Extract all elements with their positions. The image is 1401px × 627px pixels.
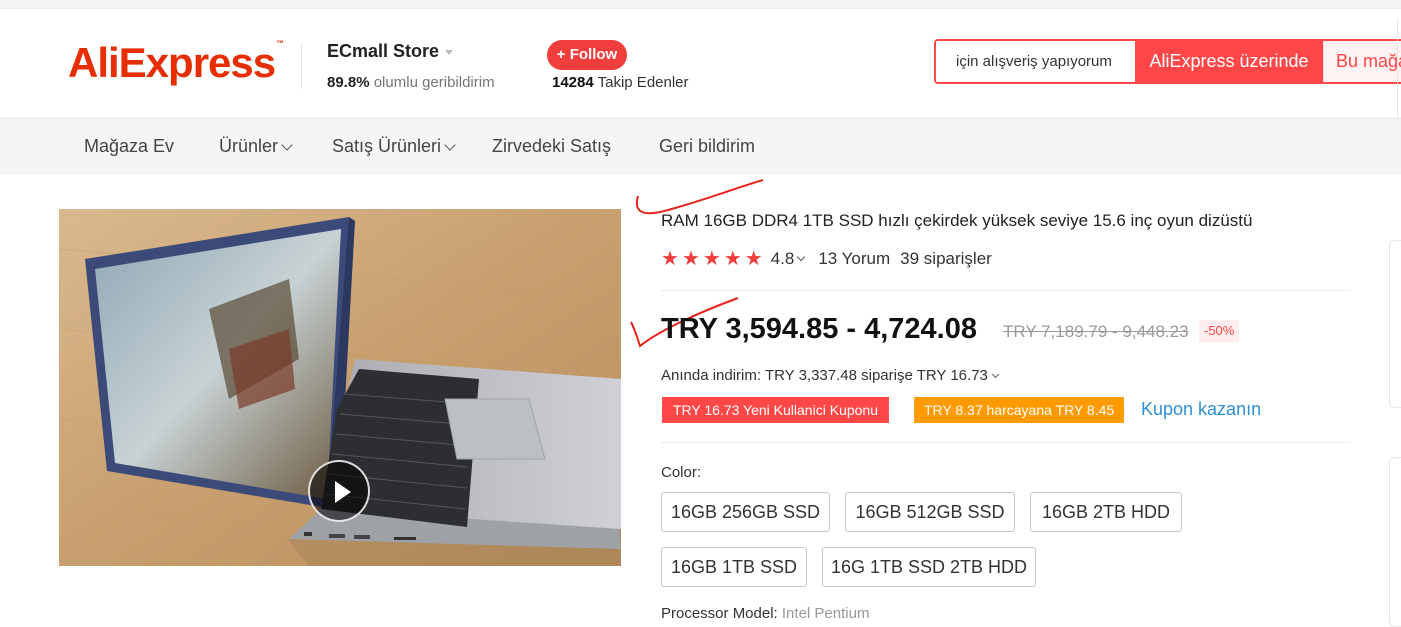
star-icon: ★ [661, 248, 679, 270]
store-feedback: 89.8% olumlu geribildirim [327, 74, 495, 91]
nav-item-products[interactable]: Ürünler [219, 136, 293, 157]
instant-discount[interactable]: Anında indirim: TRY 3,337.48 siparişe TR… [661, 367, 999, 384]
color-option-16gb-512gb-ssd[interactable]: 16GB 512GB SSD [845, 492, 1015, 532]
side-panel [1389, 457, 1401, 627]
color-option-16gb-256gb-ssd[interactable]: 16GB 256GB SSD [661, 492, 830, 532]
product-price: TRY 3,594.85 - 4,724.08 [661, 313, 977, 345]
play-video-button[interactable] [308, 460, 370, 522]
color-option-16gb-2tb-hdd[interactable]: 16GB 2TB HDD [1030, 492, 1182, 532]
store-nav: Mağaza Ev Ürünler Satış Ürünleri Zirvede… [0, 119, 1401, 174]
aliexpress-logo[interactable]: AliExpress™ [68, 39, 284, 87]
color-option-16gb-1tb-ssd[interactable]: 16GB 1TB SSD [661, 547, 807, 587]
discount-badge: -50% [1199, 320, 1240, 342]
star-icon: ★ [744, 248, 763, 270]
search-store-button[interactable]: Bu mağa [1323, 41, 1401, 82]
product-image[interactable] [59, 209, 621, 566]
search-input[interactable] [936, 41, 1136, 82]
get-coupons-link[interactable]: Kupon kazanın [1141, 399, 1261, 420]
store-header: AliExpress™ ECmall Store 89.8% olumlu ge… [0, 9, 1401, 128]
rating-row: ★ ★ ★ ★ ★ 4.8 13 Yorum 39 siparişler [661, 248, 992, 270]
original-price: TRY 7,189.79 - 9,448.23 [1003, 322, 1189, 341]
rating-value[interactable]: 4.8 [771, 249, 795, 269]
right-edge-border [1397, 18, 1401, 128]
header-divider [301, 43, 302, 89]
search-aliexpress-button[interactable]: AliExpress üzerinde [1135, 41, 1323, 82]
top-strip [0, 0, 1401, 9]
side-panel [1389, 240, 1401, 408]
orders-count: 39 siparişler [900, 249, 992, 268]
chevron-down-icon [991, 370, 999, 379]
nav-item-top-selling[interactable]: Zirvedeki Satış [492, 136, 611, 157]
chevron-down-icon [444, 139, 456, 151]
color-label: Color: [661, 464, 702, 481]
color-option-16g-1tb-ssd-2tb-hdd[interactable]: 16G 1TB SSD 2TB HDD [822, 547, 1036, 587]
product-title: RAM 16GB DDR4 1TB SSD hızlı çekirdek yük… [661, 211, 1253, 230]
chevron-down-icon[interactable] [797, 252, 806, 262]
follow-button[interactable]: + Follow [547, 40, 627, 70]
feedback-text: olumlu geribildirim [373, 74, 495, 91]
followers-count: 14284 Takip Edenler [552, 74, 689, 91]
divider [661, 442, 1350, 443]
nav-item-store-home[interactable]: Mağaza Ev [84, 136, 174, 157]
search-bar: AliExpress üzerinde Bu mağa [934, 39, 1401, 84]
divider [661, 290, 1350, 291]
processor-model: Processor Model: Intel Pentium [661, 605, 870, 622]
coupon-spend[interactable]: TRY 8.37 harcayana TRY 8.45 [911, 397, 1127, 423]
nav-item-sale-products[interactable]: Satış Ürünleri [332, 136, 456, 157]
rating-stars: ★ ★ ★ ★ ★ [661, 249, 763, 269]
feedback-percent: 89.8% [327, 74, 370, 91]
star-icon: ★ [723, 248, 742, 270]
star-icon: ★ [681, 248, 700, 270]
chevron-down-icon [445, 49, 454, 55]
coupon-new-user[interactable]: TRY 16.73 Yeni Kullanici Kuponu [660, 397, 891, 423]
store-name[interactable]: ECmall Store [327, 41, 454, 62]
chevron-down-icon [281, 139, 293, 151]
reviews-link[interactable]: 13 Yorum [818, 249, 890, 269]
star-icon: ★ [702, 248, 721, 270]
nav-item-feedback[interactable]: Geri bildirim [659, 136, 755, 157]
